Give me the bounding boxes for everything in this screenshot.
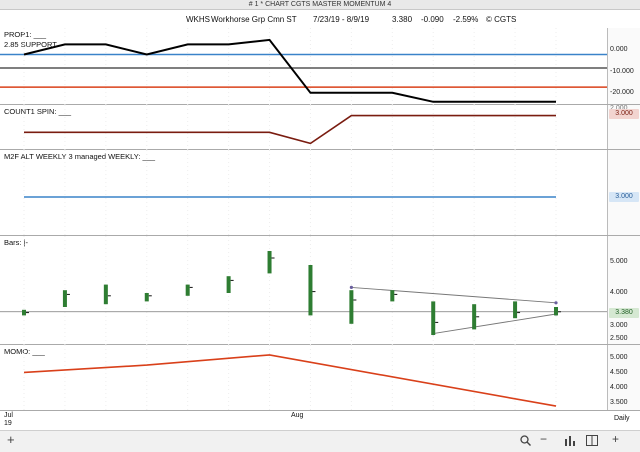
price-bar-8 xyxy=(349,290,354,324)
last-price: 3.380 xyxy=(392,15,413,24)
year-label: 19 xyxy=(4,420,12,427)
bars-trendline-anchor-0-start xyxy=(349,285,353,289)
momo-tick-2: 4.000 xyxy=(610,384,628,391)
momo-price-axis[interactable]: 5.000 4.500 4.000 3.500 xyxy=(607,345,640,410)
bars-tick-0: 5.000 xyxy=(610,258,628,265)
bar-chart-icon[interactable] xyxy=(564,435,576,448)
bars-tick-2: 3.000 xyxy=(610,322,628,329)
date-range: 7/23/19 - 8/9/19 xyxy=(313,15,370,24)
price-bar-13 xyxy=(554,307,558,316)
bars-pane[interactable]: Bars: |- 5.000 4.000 3.380 3.000 2.500 xyxy=(0,236,640,345)
bars-tick-3: 2.500 xyxy=(610,335,628,342)
price-bar-4 xyxy=(185,284,190,296)
quote-header: WKHS Workhorse Grp Cmn ST 7/23/19 - 8/9/… xyxy=(0,10,640,28)
count-series-line xyxy=(24,114,556,145)
m2f-price-axis[interactable]: 3.000 xyxy=(607,150,640,235)
zoom-in-button[interactable]: + xyxy=(612,432,619,446)
count-price-axis[interactable]: 2.000 3.000 xyxy=(607,105,640,149)
search-icon[interactable] xyxy=(520,435,531,448)
momo-plot xyxy=(23,345,557,410)
prop-plot xyxy=(0,28,607,105)
prop-tick-0: 0.000 xyxy=(610,46,628,53)
momo-tick-0: 5.000 xyxy=(610,354,628,361)
bars-price-box: 3.380 xyxy=(609,308,639,318)
bars-price-axis[interactable]: 5.000 4.000 3.380 3.000 2.500 xyxy=(607,236,640,344)
price-bar-7 xyxy=(308,265,313,316)
bars-trendline-1 xyxy=(433,313,557,335)
m2f-plot xyxy=(23,150,557,236)
count-pane[interactable]: COUNT1 SPIN: ___ 2.000 3.000 xyxy=(0,105,640,150)
count-price-box: 3.000 xyxy=(609,109,639,119)
symbol: WKHS xyxy=(186,15,210,24)
bars-plot xyxy=(0,236,607,345)
time-axis[interactable]: Jul 19 Aug Daily xyxy=(0,410,640,431)
bars-trendline-0 xyxy=(351,286,557,304)
price-bar-0 xyxy=(22,309,26,316)
prop-pane[interactable]: PROP1: ___ 2.85 SUPPORT 0.000 -10.000 -2… xyxy=(0,28,640,105)
momo-tick-1: 4.500 xyxy=(610,369,628,376)
prop-series-line xyxy=(23,38,556,103)
bars-tick-1: 4.000 xyxy=(610,289,628,296)
status-bar: + − + xyxy=(0,430,640,452)
price-bar-2 xyxy=(103,284,108,305)
prop-tick-1: -10.000 xyxy=(610,68,634,75)
bars-trendline-anchor-0-end xyxy=(554,301,558,305)
m2f-pane[interactable]: M2F ALT WEEKLY 3 managed WEEKLY: ___ 3.0… xyxy=(0,150,640,236)
price-bar-11 xyxy=(472,304,477,330)
price-bar-1 xyxy=(62,290,67,307)
price-bar-6 xyxy=(267,251,272,274)
month-label-jul: Jul xyxy=(4,412,13,419)
window-title: # 1 * CHART CGTS MASTER MOMENTUM 4 xyxy=(0,0,640,10)
count-plot xyxy=(23,105,557,150)
company-name: Workhorse Grp Cmn ST xyxy=(211,15,297,24)
month-label-aug: Aug xyxy=(291,412,304,419)
prop-tick-2: -20.000 xyxy=(610,89,634,96)
momo-tick-3: 3.500 xyxy=(610,399,628,406)
layout-icon[interactable] xyxy=(586,435,598,448)
price-bar-10 xyxy=(431,301,436,335)
period-label[interactable]: Daily xyxy=(614,415,630,422)
add-chart-button[interactable]: + xyxy=(7,432,15,447)
prop-price-axis[interactable]: 0.000 -10.000 -20.000 xyxy=(607,28,640,104)
momo-pane[interactable]: MOMO: ___ 5.000 4.500 4.000 3.500 xyxy=(0,345,640,410)
price-bar-12 xyxy=(513,301,518,319)
zoom-out-button[interactable]: − xyxy=(540,432,547,446)
price-bar-5 xyxy=(226,276,231,293)
price-bar-3 xyxy=(144,293,149,302)
m2f-price-box: 3.000 xyxy=(609,192,639,202)
copyright: © CGTS xyxy=(486,15,517,24)
momo-series-line xyxy=(23,354,557,407)
percent-change: -2.59% xyxy=(453,15,479,24)
price-bar-9 xyxy=(390,290,395,302)
price-change: -0.090 xyxy=(421,15,444,24)
